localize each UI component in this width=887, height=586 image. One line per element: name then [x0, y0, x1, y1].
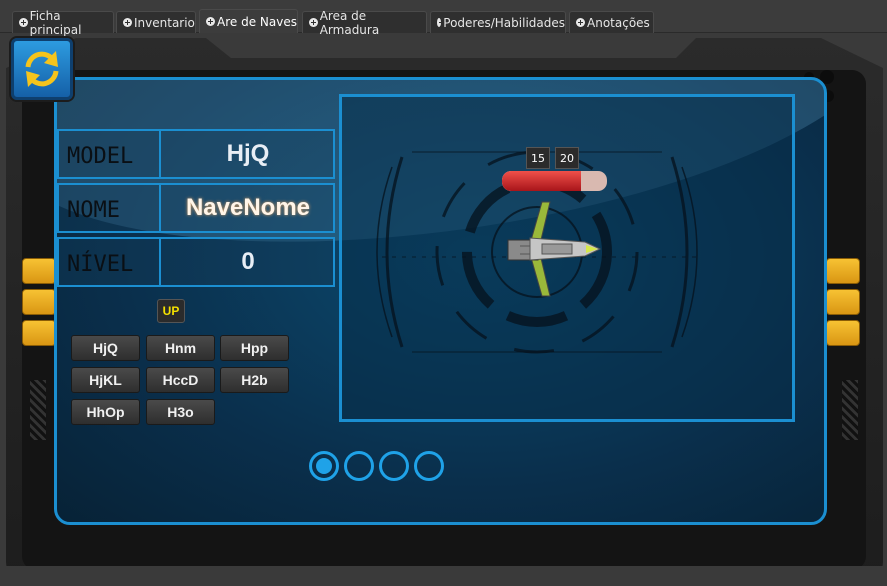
tab-poderes-habilidades[interactable]: Poderes/Habilidades: [430, 11, 566, 33]
pager-dot[interactable]: [414, 451, 444, 481]
model-label: MODEL: [59, 131, 161, 177]
pager-dot[interactable]: [309, 451, 339, 481]
hp-current: 15: [526, 147, 550, 169]
tab-label: Inventario: [134, 15, 195, 30]
refresh-icon: [25, 51, 59, 87]
ship-button[interactable]: HccD: [146, 367, 215, 393]
plus-icon: [206, 17, 215, 26]
left-grip: [22, 320, 56, 346]
tab-label: Area de Armadura: [319, 8, 380, 37]
tab-label: Anotações: [587, 15, 650, 30]
level-up-button[interactable]: UP: [157, 299, 185, 323]
bottom-strip: [0, 566, 887, 586]
tab-are-de-naves[interactable]: Are de Naves: [199, 9, 298, 33]
right-grip: [826, 289, 860, 315]
pager-dot[interactable]: [344, 451, 374, 481]
plus-icon: [309, 18, 318, 27]
tab-anotacoes[interactable]: Anotações: [569, 11, 654, 33]
nivel-label: NÍVEL: [59, 239, 161, 285]
tab-ficha-principal[interactable]: Ficha principal: [12, 9, 114, 37]
ship-button[interactable]: H2b: [220, 367, 289, 393]
plus-icon: [437, 18, 445, 27]
nivel-row: NÍVEL 0: [57, 237, 335, 287]
hp-bar-fill: [502, 171, 581, 191]
nome-row: NOME NaveNome: [57, 183, 335, 233]
model-value: HjQ: [226, 140, 270, 167]
right-grip: [826, 320, 860, 346]
tab-label: Poderes/Habilidades: [443, 15, 565, 30]
left-grip: [22, 258, 56, 284]
model-row: MODEL HjQ: [57, 129, 335, 179]
ship-button[interactable]: HhOp: [71, 399, 140, 425]
pager-dot[interactable]: [379, 451, 409, 481]
nivel-value: 0: [241, 248, 255, 275]
left-vent: [30, 380, 46, 440]
nome-label: NOME: [59, 185, 161, 231]
tab-bar: Ficha principal Inventario Are de Naves …: [0, 0, 887, 37]
tab-area-de-armadura[interactable]: Area de Armadura: [302, 9, 427, 37]
nome-value[interactable]: NaveNome: [163, 185, 333, 231]
tab-label: Are de Naves: [217, 14, 297, 29]
ship-button[interactable]: Hpp: [220, 335, 289, 361]
tab-label: Ficha principal: [29, 8, 82, 37]
ship-button[interactable]: Hnm: [146, 335, 215, 361]
ship-button[interactable]: HjQ: [71, 335, 140, 361]
spaceship-icon: [507, 201, 602, 297]
tab-inventario[interactable]: Inventario: [116, 11, 196, 33]
hp-bar: [502, 171, 607, 191]
left-grip: [22, 289, 56, 315]
plus-icon: [123, 18, 132, 27]
plus-icon: [19, 18, 28, 27]
plus-icon: [576, 18, 585, 27]
ship-button[interactable]: HjKL: [71, 367, 140, 393]
right-grip: [826, 258, 860, 284]
hp-max: 20: [555, 147, 579, 169]
refresh-button[interactable]: [11, 38, 73, 100]
ship-button[interactable]: H3o: [146, 399, 215, 425]
right-vent: [842, 380, 858, 440]
